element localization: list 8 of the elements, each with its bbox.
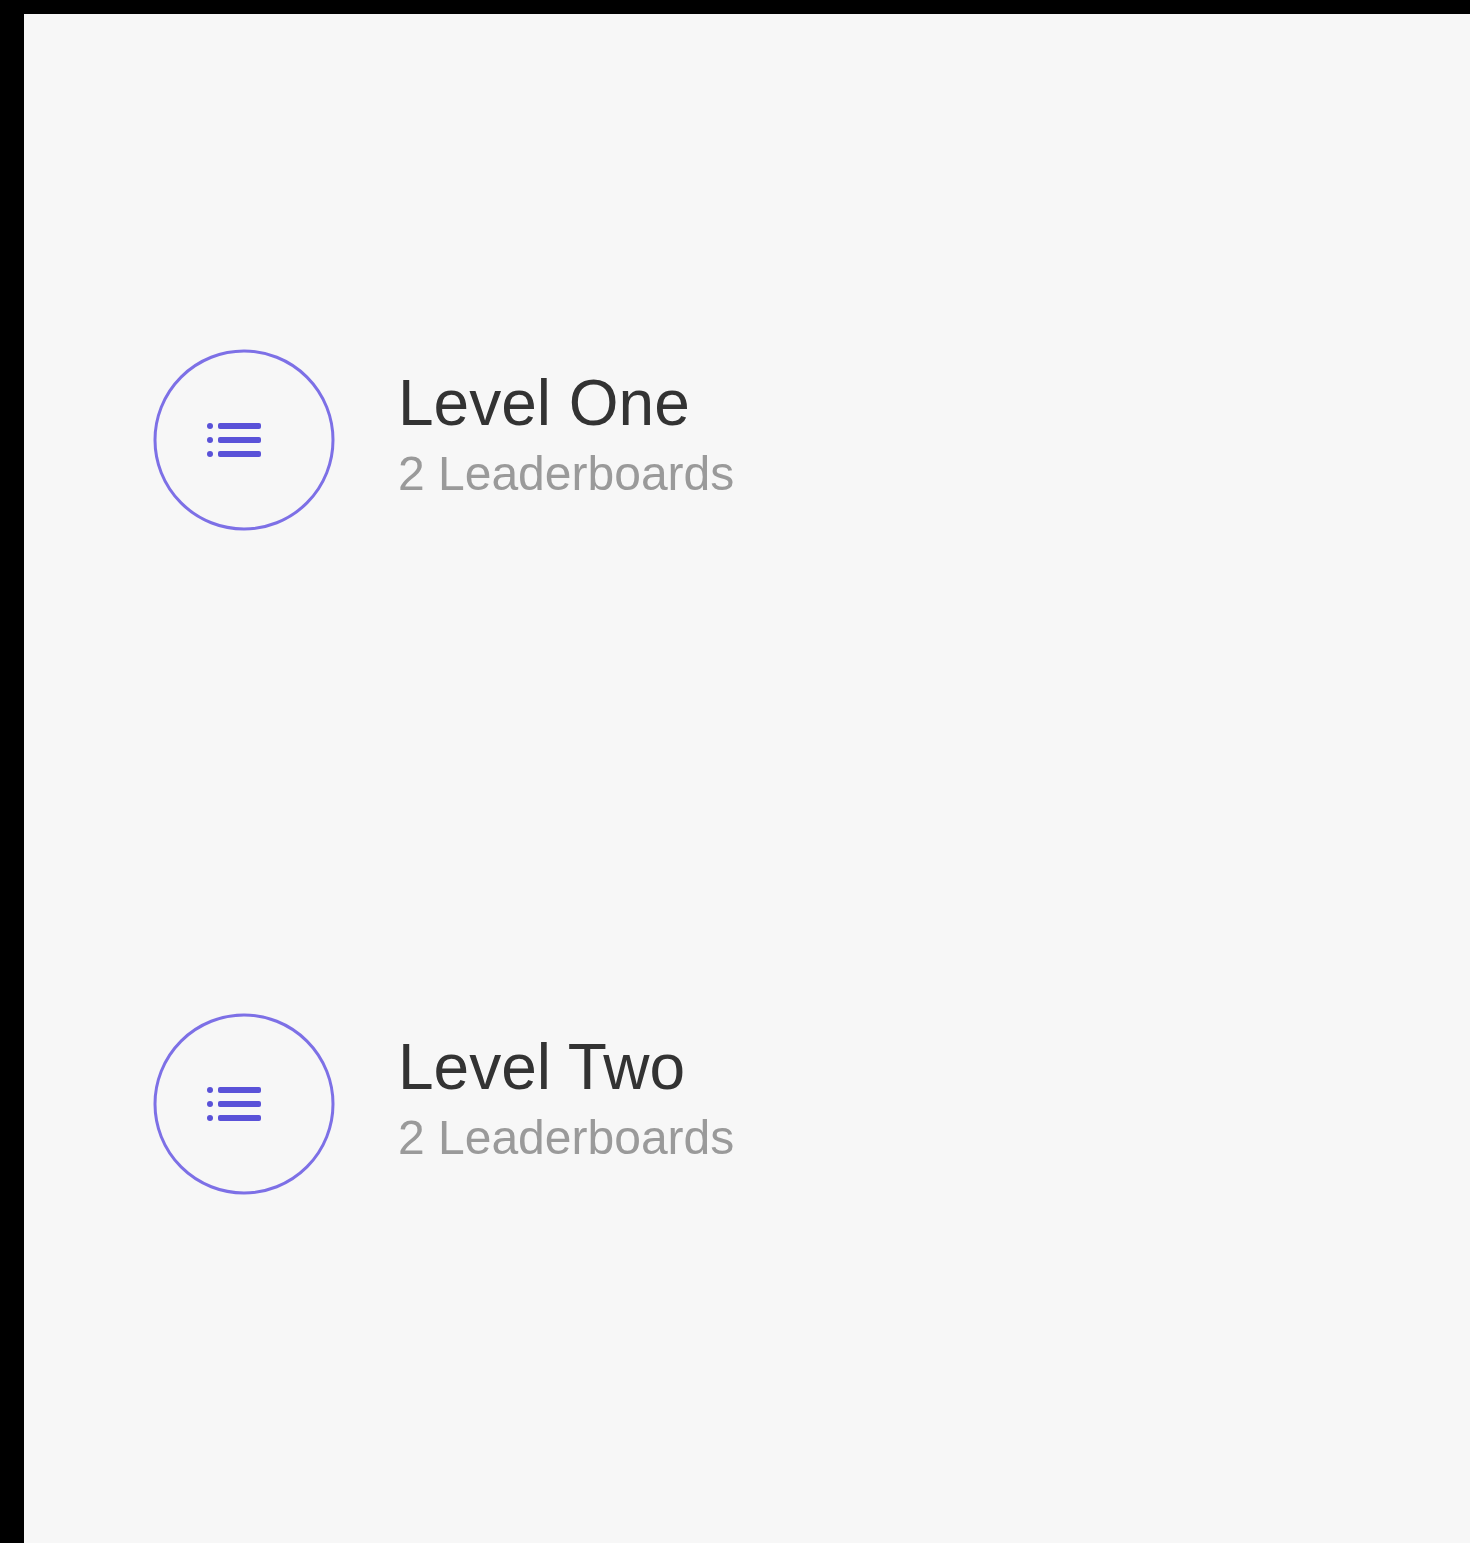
list-icon [152, 1012, 336, 1196]
leaderboard-count: 2 Leaderboards [398, 1110, 735, 1166]
level-row[interactable]: Level One 2 Leaderboards [24, 348, 952, 532]
list-icon [152, 348, 336, 532]
level-title: Level Two [398, 1030, 686, 1105]
level-title: Level One [398, 366, 691, 441]
level-row[interactable]: Level Two 2 Leaderboards [24, 1012, 952, 1196]
leaderboard-count: 2 Leaderboards [398, 446, 735, 502]
